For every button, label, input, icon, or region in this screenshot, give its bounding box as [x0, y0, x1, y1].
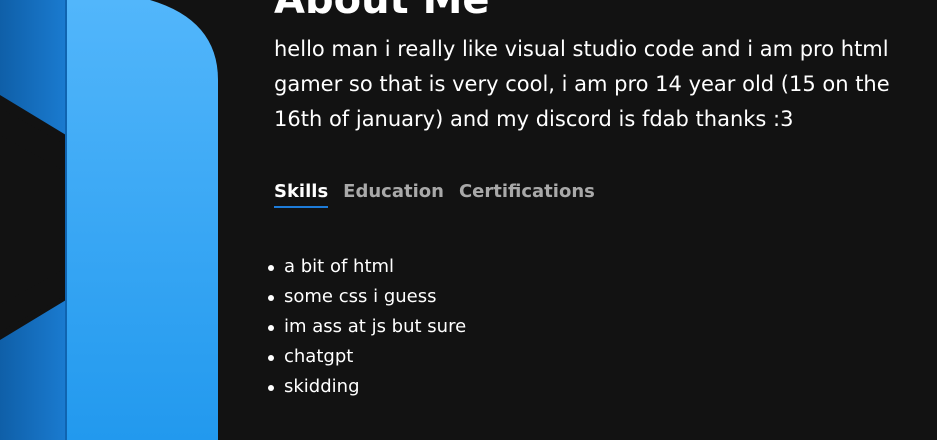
- page-title: About Me: [274, 0, 490, 23]
- list-item: chatgpt: [267, 342, 466, 372]
- list-item: im ass at js but sure: [267, 312, 466, 342]
- tab-bar: Skills Education Certifications: [274, 181, 595, 208]
- list-item: some css i guess: [267, 282, 466, 312]
- list-item: a bit of html: [267, 252, 466, 282]
- visual-studio-code-logo-icon: [0, 0, 218, 440]
- about-page: About Me hello man i really like visual …: [0, 0, 937, 440]
- tab-skills[interactable]: Skills: [274, 181, 329, 208]
- tab-certifications[interactable]: Certifications: [459, 181, 595, 208]
- tab-education[interactable]: Education: [343, 181, 444, 208]
- bio-text: hello man i really like visual studio co…: [274, 37, 890, 131]
- list-item: skidding: [267, 372, 466, 402]
- skills-list: a bit of html some css i guess im ass at…: [267, 252, 466, 402]
